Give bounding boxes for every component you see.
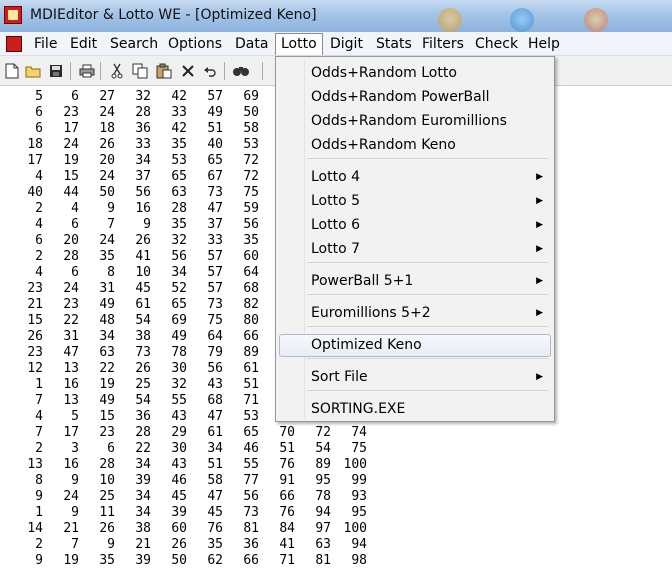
menu-digit[interactable]: Digit [325, 33, 368, 55]
menu-item-optimized-keno[interactable]: Optimized Keno [279, 334, 551, 357]
menu-item-lotto-6[interactable]: Lotto 6 ▶ [279, 214, 551, 237]
title-bar[interactable]: MDIEditor & Lotto WE - [Optimized Keno] [0, 0, 672, 32]
menu-item-label: Lotto 5 [311, 193, 361, 209]
menu-item-label: Odds+Random PowerBall [311, 89, 490, 105]
menu-item-euromillions-5-2[interactable]: Euromillions 5+2 ▶ [279, 302, 551, 325]
taskbar-app-icon [510, 8, 534, 32]
submenu-arrow-icon: ▶ [536, 220, 543, 230]
app-icon[interactable] [4, 6, 22, 24]
new-file-icon[interactable] [3, 62, 21, 80]
menu-item-odds-random-keno[interactable]: Odds+Random Keno [279, 134, 551, 157]
window-title: MDIEditor & Lotto WE - [Optimized Keno] [30, 7, 317, 23]
menu-item-odds-random-lotto[interactable]: Odds+Random Lotto [279, 62, 551, 85]
print-icon[interactable] [78, 62, 96, 80]
find-icon[interactable] [232, 62, 250, 80]
data-cell: 39 [135, 553, 151, 568]
menu-item-label: Lotto 6 [311, 217, 361, 233]
delete-icon[interactable] [179, 62, 197, 80]
data-cell: 50 [171, 553, 187, 568]
menu-item-lotto-5[interactable]: Lotto 5 ▶ [279, 190, 551, 213]
submenu-arrow-icon: ▶ [536, 308, 543, 318]
data-cell: 71 [279, 553, 295, 568]
submenu-arrow-icon: ▶ [536, 196, 543, 206]
menu-item-sorting-exe[interactable]: SORTING.EXE [279, 398, 551, 421]
toolbar-separator [224, 62, 225, 80]
menu-item-lotto-4[interactable]: Lotto 4 ▶ [279, 166, 551, 189]
menu-item-label: Odds+Random Keno [311, 137, 456, 153]
undo-icon[interactable] [201, 62, 219, 80]
data-cell: 19 [63, 553, 79, 568]
menu-filters[interactable]: Filters [417, 33, 469, 55]
submenu-arrow-icon: ▶ [536, 372, 543, 382]
toolbar-separator [70, 62, 71, 80]
paste-icon[interactable] [155, 62, 173, 80]
menu-item-label: Sort File [311, 369, 368, 385]
menu-check[interactable]: Check [470, 33, 523, 55]
toolbar-separator [100, 62, 101, 80]
menu-separator [307, 262, 548, 263]
menu-data[interactable]: Data [230, 33, 273, 55]
menu-item-odds-random-powerball[interactable]: Odds+Random PowerBall [279, 86, 551, 109]
data-cell: 98 [351, 553, 367, 568]
menu-item-label: Lotto 7 [311, 241, 361, 257]
menu-item-label: Optimized Keno [311, 337, 422, 353]
menu-separator [307, 390, 548, 391]
copy-icon[interactable] [131, 62, 149, 80]
data-cell: 35 [99, 553, 115, 568]
menu-stats[interactable]: Stats [371, 33, 417, 55]
submenu-arrow-icon: ▶ [536, 172, 543, 182]
lotto-menu-dropdown: Odds+Random Lotto Odds+Random PowerBall Od… [275, 56, 555, 422]
data-cell: 66 [243, 553, 259, 568]
menu-separator [307, 294, 548, 295]
save-icon[interactable] [47, 62, 65, 80]
menu-item-powerball-5-1[interactable]: PowerBall 5+1 ▶ [279, 270, 551, 293]
data-row: 9 19 35 39 50 62 66 71 81 98 [0, 552, 400, 570]
menu-separator [307, 158, 548, 159]
open-folder-icon[interactable] [24, 62, 42, 80]
menu-item-label: Odds+Random Lotto [311, 65, 457, 81]
menu-bar: File Edit Search Options Data Lotto Digi… [0, 32, 672, 56]
cut-icon[interactable] [108, 62, 126, 80]
taskbar-app-icon [584, 8, 608, 32]
menu-item-label: PowerBall 5+1 [311, 273, 414, 289]
data-cell: 81 [315, 553, 331, 568]
data-cell: 9 [35, 553, 43, 568]
menu-item-label: SORTING.EXE [311, 401, 406, 417]
menu-item-label: Euromillions 5+2 [311, 305, 431, 321]
menu-separator [307, 358, 548, 359]
menu-item-label: Lotto 4 [311, 169, 361, 185]
menu-item-sort-file[interactable]: Sort File ▶ [279, 366, 551, 389]
menu-file[interactable]: File [29, 33, 62, 55]
menu-edit[interactable]: Edit [65, 33, 102, 55]
menu-item-label: Odds+Random Euromillions [311, 113, 507, 129]
document-system-icon[interactable] [6, 36, 22, 52]
submenu-arrow-icon: ▶ [536, 276, 543, 286]
menu-lotto[interactable]: Lotto [275, 33, 323, 55]
toolbar-separator [262, 62, 263, 80]
menu-search[interactable]: Search [105, 33, 163, 55]
menu-help[interactable]: Help [523, 33, 565, 55]
menu-item-lotto-7[interactable]: Lotto 7 ▶ [279, 238, 551, 261]
taskbar-app-icon [438, 8, 462, 32]
submenu-arrow-icon: ▶ [536, 244, 543, 254]
menu-item-odds-random-euromillions[interactable]: Odds+Random Euromillions [279, 110, 551, 133]
data-cell: 62 [207, 553, 223, 568]
menu-separator [307, 326, 548, 327]
menu-options[interactable]: Options [163, 33, 227, 55]
